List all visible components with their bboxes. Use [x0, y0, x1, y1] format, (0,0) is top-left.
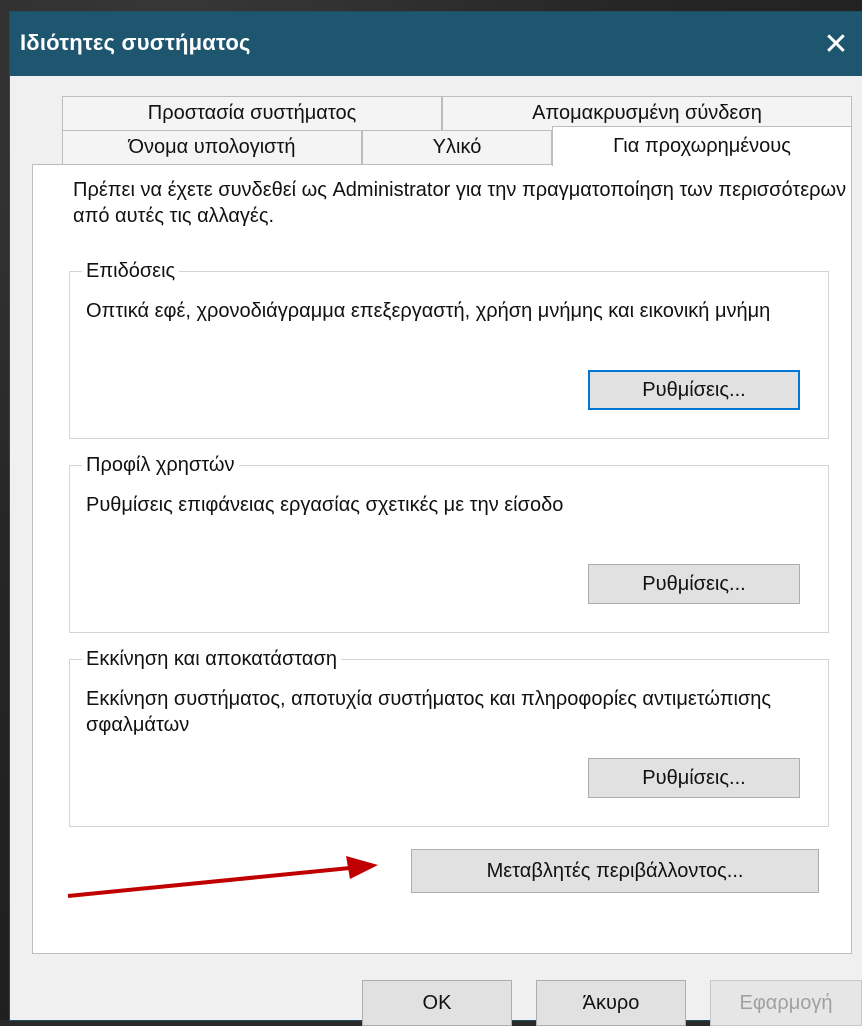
group-performance: Επιδόσεις Οπτικά εφέ, χρονοδιάγραμμα επε…	[69, 258, 829, 439]
window-title: Ιδιότητες συστήματος	[20, 30, 251, 55]
tab-row-top: Προστασία συστήματος Απομακρυσμένη σύνδε…	[62, 96, 852, 130]
close-icon: ✕	[823, 27, 849, 61]
system-properties-window: Ιδιότητες συστήματος ✕ Προστασία συστήμα…	[10, 12, 862, 1026]
cancel-button[interactable]: Άκυρο	[536, 980, 686, 1026]
group-desc-startup-recovery: Εκκίνηση συστήματος, αποτυχία συστήματος…	[86, 688, 772, 736]
advanced-panel: Πρέπει να έχετε συνδεθεί ως Administrato…	[32, 164, 852, 954]
tab-advanced[interactable]: Για προχωρημένους	[552, 126, 852, 166]
group-title-user-profiles: Προφίλ χρηστών	[82, 452, 239, 478]
group-title-performance: Επιδόσεις	[82, 258, 180, 284]
admin-notice: Πρέπει να έχετε συνδεθεί ως Administrato…	[73, 179, 847, 227]
group-title-startup-recovery: Εκκίνηση και αποκατάσταση	[82, 646, 341, 672]
tab-remote[interactable]: Απομακρυσμένη σύνδεση	[442, 96, 852, 130]
title-bar: Ιδιότητες συστήματος ✕	[10, 12, 862, 76]
startup-recovery-settings-button[interactable]: Ρυθμίσεις...	[588, 758, 800, 798]
group-desc-performance: Οπτικά εφέ, χρονοδιάγραμμα επεξεργαστή, …	[86, 300, 771, 322]
environment-variables-button[interactable]: Μεταβλητές περιβάλλοντος...	[411, 849, 819, 893]
group-desc-user-profiles: Ρυθμίσεις επιφάνειας εργασίας σχετικές μ…	[86, 494, 564, 516]
group-startup-recovery: Εκκίνηση και αποκατάσταση Εκκίνηση συστή…	[69, 646, 829, 827]
apply-button[interactable]: Εφαρμογή	[710, 980, 862, 1026]
ok-button[interactable]: OK	[362, 980, 512, 1026]
user-profiles-settings-button[interactable]: Ρυθμίσεις...	[588, 564, 800, 604]
tab-hardware[interactable]: Υλικό	[362, 130, 552, 164]
tab-system-protection[interactable]: Προστασία συστήματος	[62, 96, 442, 130]
tab-computer-name[interactable]: Όνομα υπολογιστή	[62, 130, 362, 164]
group-user-profiles: Προφίλ χρηστών Ρυθμίσεις επιφάνειας εργα…	[69, 452, 829, 633]
close-button[interactable]: ✕	[810, 12, 862, 76]
tab-row-bottom: Όνομα υπολογιστή Υλικό Για προχωρημένους	[62, 126, 852, 166]
performance-settings-button[interactable]: Ρυθμίσεις...	[588, 370, 800, 410]
